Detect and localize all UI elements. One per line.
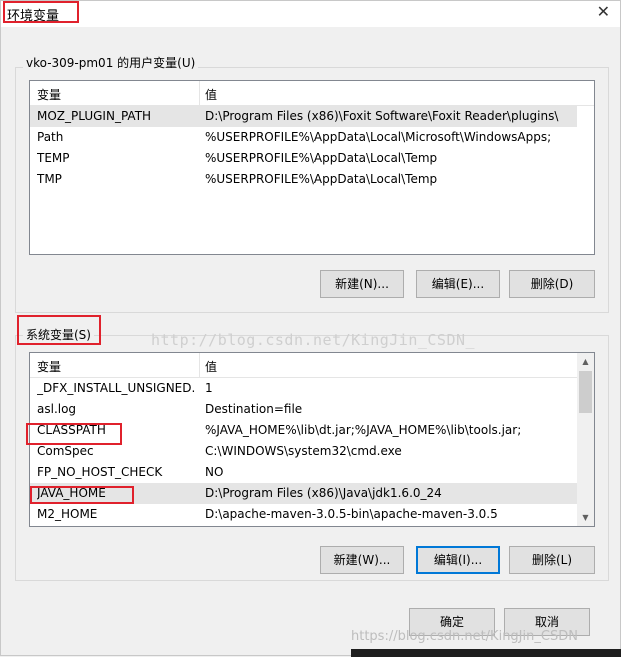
table-row[interactable]: _DFX_INSTALL_UNSIGNED... 1 (30, 378, 577, 399)
system-new-button[interactable]: 新建(W)... (320, 546, 404, 574)
user-delete-button[interactable]: 删除(D) (509, 270, 595, 298)
scroll-down-icon[interactable]: ▼ (577, 509, 594, 526)
var-value: D:\Program Files (x86)\Foxit Software\Fo… (205, 109, 559, 123)
var-value: C:\WINDOWS\system32\cmd.exe (205, 444, 402, 458)
table-row[interactable]: M2_HOME D:\apache-maven-3.0.5-bin\apache… (30, 504, 577, 525)
table-row[interactable]: MOZ_PLUGIN_PATH D:\Program Files (x86)\F… (30, 106, 577, 127)
var-value: Destination=file (205, 402, 303, 416)
var-value: %USERPROFILE%\AppData\Local\Temp (205, 172, 438, 186)
col-header-divider[interactable] (199, 81, 200, 105)
col-header-value[interactable]: 值 (205, 358, 217, 375)
var-value: NO (205, 465, 224, 479)
var-value: 1 (205, 381, 213, 395)
var-value: %USERPROFILE%\AppData\Local\Microsoft\Wi… (205, 130, 552, 144)
system-edit-button[interactable]: 编辑(I)... (416, 546, 500, 574)
var-value: %USERPROFILE%\AppData\Local\Temp (205, 151, 438, 165)
var-value: %JAVA_HOME%\lib\dt.jar;%JAVA_HOME%\lib\t… (205, 423, 522, 437)
var-name: MOZ_PLUGIN_PATH (37, 109, 152, 123)
dialog-title: 环境变量 (7, 9, 60, 24)
var-name: Path (37, 130, 64, 144)
system-vars-scrollbar[interactable]: ▲ ▼ (577, 353, 594, 526)
var-name: JAVA_HOME (37, 486, 106, 500)
system-vars-list[interactable]: 变量 值 _DFX_INSTALL_UNSIGNED... 1 asl.log … (29, 352, 595, 527)
system-vars-list-header: 变量 值 (30, 353, 577, 378)
var-name: ComSpec (37, 444, 94, 458)
cancel-button[interactable]: 取消 (504, 608, 590, 636)
var-name: asl.log (37, 402, 77, 416)
ok-button[interactable]: 确定 (409, 608, 495, 636)
col-header-name[interactable]: 变量 (37, 86, 61, 103)
user-vars-list-header: 变量 值 (30, 81, 594, 106)
close-icon[interactable]: ✕ (597, 2, 610, 21)
title-bar: 环境变量 ✕ (1, 1, 620, 27)
col-header-divider[interactable] (199, 353, 200, 377)
var-name: TEMP (37, 151, 70, 165)
table-row[interactable]: CLASSPATH %JAVA_HOME%\lib\dt.jar;%JAVA_H… (30, 420, 577, 441)
var-name: M2_HOME (37, 507, 98, 521)
col-header-value[interactable]: 值 (205, 86, 217, 103)
table-row[interactable]: JAVA_HOME D:\Program Files (x86)\Java\jd… (30, 483, 577, 504)
table-row[interactable]: TEMP %USERPROFILE%\AppData\Local\Temp (30, 148, 577, 169)
var-value: D:\Program Files (x86)\Java\jdk1.6.0_24 (205, 486, 442, 500)
system-delete-button[interactable]: 删除(L) (509, 546, 595, 574)
user-new-button[interactable]: 新建(N)... (320, 270, 404, 298)
var-name: CLASSPATH (37, 423, 106, 437)
table-row[interactable]: ComSpec C:\WINDOWS\system32\cmd.exe (30, 441, 577, 462)
scroll-up-icon[interactable]: ▲ (577, 353, 594, 370)
user-edit-button[interactable]: 编辑(E)... (416, 270, 500, 298)
system-vars-group-label: 系统变量(S) (23, 326, 94, 343)
col-header-name[interactable]: 变量 (37, 358, 61, 375)
table-row[interactable]: Path %USERPROFILE%\AppData\Local\Microso… (30, 127, 577, 148)
var-value: D:\apache-maven-3.0.5-bin\apache-maven-3… (205, 507, 498, 521)
table-row[interactable]: TMP %USERPROFILE%\AppData\Local\Temp (30, 169, 577, 190)
var-name: FP_NO_HOST_CHECK (37, 465, 163, 479)
table-row[interactable]: asl.log Destination=file (30, 399, 577, 420)
table-row[interactable]: FP_NO_HOST_CHECK NO (30, 462, 577, 483)
scroll-thumb[interactable] (579, 371, 592, 413)
user-vars-group-label: vko-309-pm01 的用户变量(U) (23, 54, 199, 71)
var-name: _DFX_INSTALL_UNSIGNED... (37, 381, 195, 395)
user-vars-list[interactable]: 变量 值 MOZ_PLUGIN_PATH D:\Program Files (x… (29, 80, 595, 255)
environment-variables-dialog: 环境变量 ✕ vko-309-pm01 的用户变量(U) 变量 值 MOZ_PL… (0, 0, 621, 657)
var-name: TMP (37, 172, 62, 186)
